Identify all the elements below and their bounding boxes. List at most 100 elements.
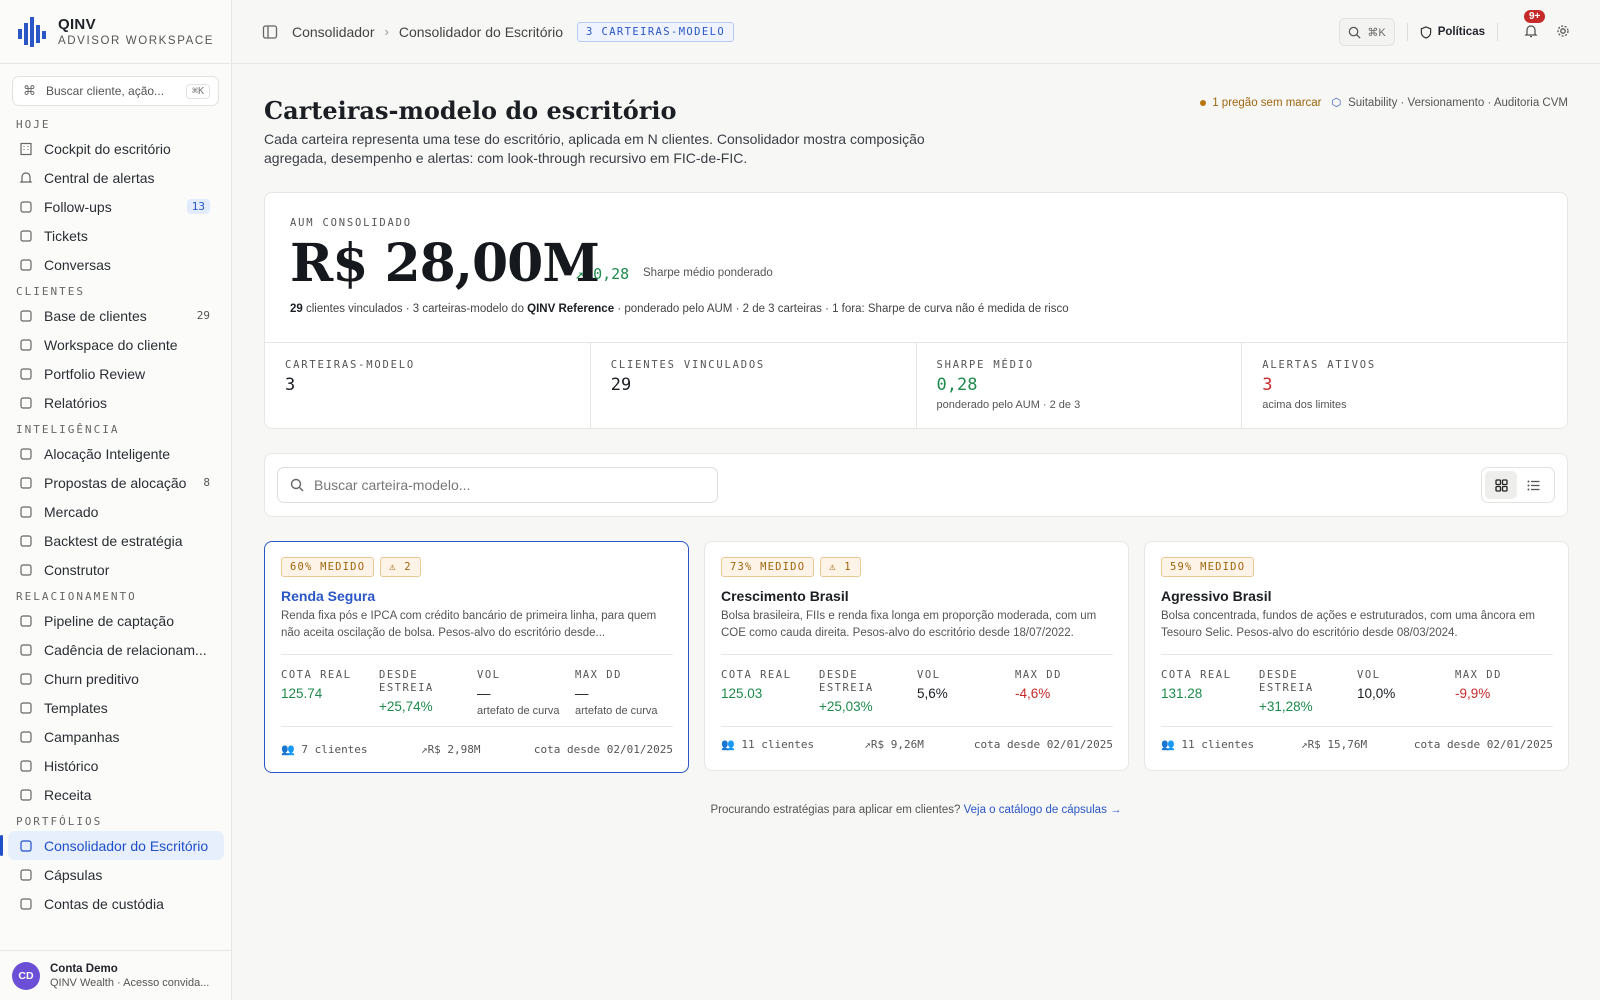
- sidebar-item-tickets[interactable]: Tickets: [0, 221, 224, 250]
- chart-line-icon: [18, 533, 34, 549]
- sidebar-section-title: RELACIONAMENTO: [16, 590, 137, 603]
- sidebar-item-label: Propostas de alocação: [44, 474, 187, 491]
- search-icon: [1349, 26, 1361, 39]
- sidebar-item-contas-de-custodia[interactable]: Contas de custódia: [0, 889, 224, 918]
- sidebar-item-base-de-clientes[interactable]: Base de clientes 29: [0, 301, 224, 330]
- sidebar-item-mercado[interactable]: Mercado: [0, 497, 224, 526]
- sidebar-item-label: Mercado: [44, 503, 99, 520]
- bank-icon: [18, 896, 34, 912]
- sidebar-toggle-icon[interactable]: [262, 24, 278, 40]
- card-title[interactable]: Agressivo Brasil: [1161, 588, 1272, 604]
- stat-cell: SHARPE MÉDIO 0,28 ponderado pelo AUM · 2…: [917, 343, 1243, 429]
- breadcrumb-consolidador[interactable]: Consolidador: [292, 24, 375, 40]
- catalog-prompt-text: Procurando estratégias para aplicar em c…: [710, 804, 961, 816]
- stat-label: SHARPE MÉDIO: [936, 359, 1034, 371]
- command-icon: ⌘: [23, 83, 36, 98]
- megaphone-icon: [18, 729, 34, 745]
- target-icon: [18, 613, 34, 629]
- metric-label: DESDE ESTREIA: [379, 669, 434, 694]
- card-metrics: COTA REAL 125.03 DESDE ESTREIA +25,03% V…: [721, 669, 1113, 714]
- sidebar-item-label: Portfolio Review: [44, 365, 146, 382]
- shield-icon: [1420, 25, 1431, 39]
- trend-icon: ↗: [864, 738, 871, 751]
- capsule-icon: [18, 867, 34, 883]
- metric: VOL 10,0%: [1357, 669, 1455, 714]
- measured-tag: 73% MEDIDO: [721, 557, 815, 577]
- sidebar-item-historico[interactable]: Histórico: [0, 751, 224, 780]
- portfolio-search-input[interactable]: Buscar carteira-modelo...: [277, 467, 718, 503]
- clients-count: 11 clientes: [741, 738, 815, 751]
- sidebar-item-conversas[interactable]: Conversas: [0, 250, 224, 279]
- catalog-prompt: Procurando estratégias para aplicar em c…: [264, 804, 1568, 816]
- card-aum: ↗R$ 15,76M: [1301, 738, 1367, 751]
- clients-count: 11 clientes: [1181, 738, 1255, 751]
- pregao-status[interactable]: 1 pregão sem marcar: [1212, 97, 1321, 109]
- aum-client-count: 29: [290, 303, 303, 315]
- notifications-badge: 9+: [1524, 9, 1546, 23]
- user-account[interactable]: CD Conta Demo QINV Wealth · Acesso convi…: [0, 950, 232, 1000]
- settings-button[interactable]: [1556, 24, 1570, 41]
- aum-summary-line: 29 clientes vinculados · 3 carteiras-mod…: [290, 303, 1069, 315]
- sharpe-delta: ↗ 0,28: [575, 265, 629, 283]
- card-title[interactable]: Renda Segura: [281, 588, 375, 604]
- metric-value: 131.28: [1161, 686, 1203, 701]
- sidebar-item-campanhas[interactable]: Campanhas: [0, 722, 224, 751]
- sidebar-item-count: 13: [186, 199, 210, 214]
- metric-label: COTA REAL: [281, 669, 352, 681]
- catalog-link[interactable]: Veja o catálogo de cápsulas →: [964, 804, 1122, 816]
- card-metrics: COTA REAL 125.74 DESDE ESTREIA +25,74% V…: [281, 669, 673, 717]
- sidebar-item-cockpit-do-escritorio[interactable]: Cockpit do escritório: [0, 134, 224, 163]
- stat-cell: ALERTAS ATIVOS 3 acima dos limites: [1242, 343, 1567, 429]
- portfolio-card[interactable]: 73% MEDIDO ⚠ 1 Crescimento Brasil Bolsa …: [704, 541, 1129, 771]
- sidebar-item-central-de-alertas[interactable]: Central de alertas: [0, 163, 224, 192]
- sidebar-item-label: Templates: [44, 699, 108, 716]
- card-clients: 👥 11 clientes: [721, 738, 814, 751]
- portfolio-card[interactable]: 60% MEDIDO ⚠ 2 Renda Segura Renda fixa p…: [264, 541, 689, 773]
- notifications-button[interactable]: 9+: [1524, 9, 1546, 41]
- sidebar-item-capsulas[interactable]: Cápsulas: [0, 860, 224, 889]
- sidebar-item-alocacao-inteligente[interactable]: Alocação Inteligente: [0, 439, 224, 468]
- list-view-button[interactable]: [1517, 471, 1549, 499]
- metric-label: MAX DD: [1455, 669, 1502, 681]
- sidebar-item-receita[interactable]: Receita: [0, 780, 224, 809]
- ticket-icon: [18, 228, 34, 244]
- sidebar-item-propostas-de-alocacao[interactable]: Propostas de alocação 8: [0, 468, 224, 497]
- sidebar-item-backtest-de-estrategia[interactable]: Backtest de estratégia: [0, 526, 224, 555]
- sidebar-item-construtor[interactable]: Construtor: [0, 555, 224, 584]
- sidebar-item-templates[interactable]: Templates: [0, 693, 224, 722]
- sidebar-section-title: HOJE: [16, 118, 51, 131]
- brand-name: QINV: [58, 16, 96, 33]
- heart-pulse-icon: [18, 671, 34, 687]
- sidebar-item-pipeline-de-captacao[interactable]: Pipeline de captação: [0, 606, 224, 635]
- sidebar-item-consolidador-do-escritorio[interactable]: Consolidador do Escritório: [0, 831, 224, 860]
- global-search-button[interactable]: ⌘K: [1339, 18, 1395, 46]
- portfolio-card[interactable]: 59% MEDIDO Agressivo Brasil Bolsa concen…: [1144, 541, 1569, 771]
- sidebar-item-churn-preditivo[interactable]: Churn preditivo: [0, 664, 224, 693]
- chevron-right-icon: ›: [384, 24, 389, 39]
- alert-tag: ⚠ 2: [380, 557, 421, 577]
- sidebar-item-portfolio-review[interactable]: Portfolio Review: [0, 359, 224, 388]
- metric: DESDE ESTREIA +25,74%: [379, 669, 477, 717]
- brand-subtitle: ADVISOR WORKSPACE: [58, 35, 215, 47]
- clients-count: 7 clientes: [301, 743, 368, 756]
- gear-icon: [1557, 24, 1569, 37]
- aum-amount: R$ 9,26M: [870, 738, 924, 751]
- sidebar-item-workspace-do-cliente[interactable]: Workspace do cliente: [0, 330, 224, 359]
- metric: VOL — artefato de curva: [477, 669, 575, 717]
- briefcase-icon: [18, 504, 34, 520]
- sidebar-item-relatorios[interactable]: Relatórios: [0, 388, 224, 417]
- sidebar-search[interactable]: ⌘ Buscar cliente, ação... ⌘K: [12, 76, 219, 106]
- bell-icon: [1524, 24, 1538, 37]
- alert-count: 1: [844, 561, 852, 573]
- divider: [721, 654, 1113, 655]
- users-icon: 👥: [281, 743, 295, 756]
- stat-label: ALERTAS ATIVOS: [1262, 359, 1376, 371]
- card-tags: 73% MEDIDO ⚠ 1: [721, 557, 867, 577]
- sidebar-item-cadencia-de-relacionam[interactable]: Cadência de relacionam...: [0, 635, 224, 664]
- divider: [281, 654, 673, 655]
- sidebar-item-follow-ups[interactable]: Follow-ups 13: [0, 192, 224, 221]
- card-title[interactable]: Crescimento Brasil: [721, 588, 849, 604]
- grid-view-button[interactable]: [1485, 471, 1517, 499]
- policies-button[interactable]: Políticas: [1420, 25, 1485, 39]
- card-footer: 👥 11 clientes ↗R$ 15,76M cota desde 02/0…: [1161, 738, 1553, 751]
